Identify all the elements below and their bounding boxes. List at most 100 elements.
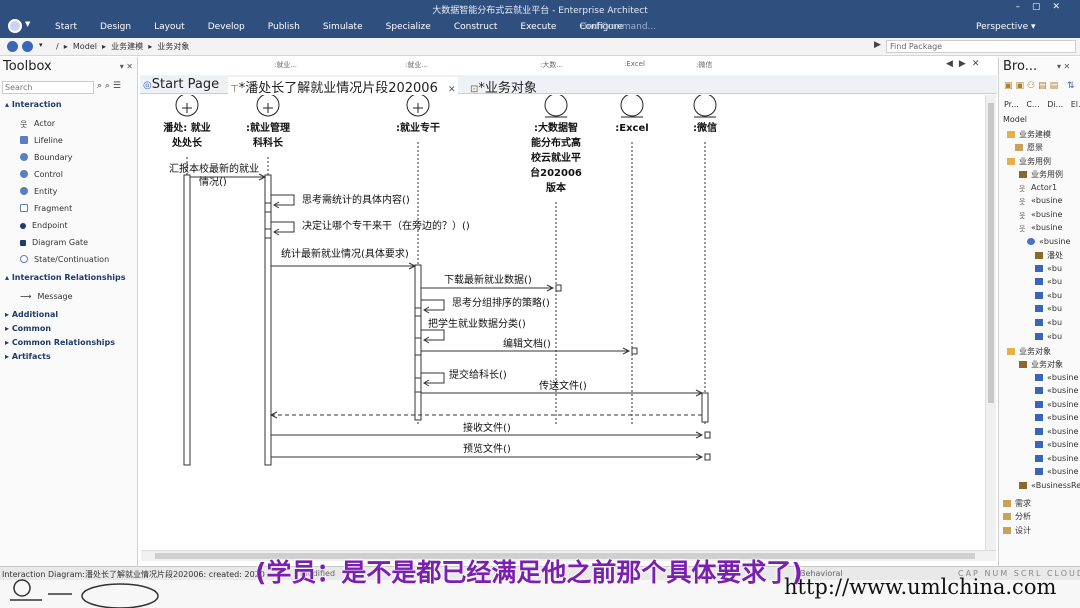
menu-specialize[interactable]: Specialize	[386, 22, 431, 32]
browser-tree-node[interactable]: «busine	[1035, 400, 1078, 409]
menu-layout[interactable]: Layout	[154, 22, 185, 32]
browser-tree-node[interactable]: «busine	[1035, 440, 1078, 449]
activation-bar[interactable]	[701, 392, 709, 423]
panel-controls[interactable]: ▾ ✕	[1057, 62, 1070, 71]
toolbox-section-common-relationships[interactable]: ▸ Common Relationships	[5, 338, 115, 347]
menu-execute[interactable]: Execute	[520, 22, 556, 32]
toolbox-item-actor[interactable]: 웃 Actor	[20, 119, 55, 129]
breadcrumb-business-modeling[interactable]: 业务建模	[111, 42, 143, 51]
browser-tree-node[interactable]: 业务建模	[1007, 129, 1051, 140]
play-icon[interactable]: ▶	[874, 40, 881, 50]
browser-tree-node[interactable]: «bu	[1035, 332, 1062, 341]
menu-icon[interactable]: ☰	[113, 81, 121, 91]
scrollbar-thumb[interactable]	[988, 103, 994, 403]
search-icon[interactable]: ⌕	[97, 81, 102, 91]
close-icon[interactable]: ✕	[448, 85, 456, 95]
entity-symbol[interactable]	[544, 93, 568, 117]
browser-tree-node[interactable]: «busine	[1027, 237, 1070, 246]
toolbox-item-state-continuation[interactable]: State/Continuation	[20, 255, 109, 264]
browser-tree-node[interactable]: «busine	[1035, 413, 1078, 422]
chevron-down-icon[interactable]: ▾	[39, 41, 43, 49]
menu-develop[interactable]: Develop	[208, 22, 245, 32]
window-controls[interactable]: –▢✕	[1015, 2, 1072, 12]
breadcrumb-root[interactable]: /	[56, 42, 59, 51]
toolbox-search-input[interactable]: Search	[2, 81, 94, 94]
toolbox-item-lifeline[interactable]: Lifeline	[20, 136, 63, 145]
browser-tree-node[interactable]: «busine	[1035, 454, 1078, 463]
browser-tree-node[interactable]: 业务对象	[1007, 346, 1051, 357]
menu-start[interactable]: Start	[55, 22, 77, 32]
self-message[interactable]	[271, 221, 295, 233]
toolbox-item-fragment[interactable]: Fragment	[20, 204, 72, 213]
activation-bar[interactable]	[414, 307, 422, 317]
browser-toolbar[interactable]: ▣▣⚇▤▤ ⇅	[1004, 81, 1078, 91]
browser-tree-node[interactable]: 웃 «busine	[1019, 196, 1062, 206]
browser-tree-node[interactable]: 愿景	[1015, 142, 1043, 153]
perspective-button[interactable]: Perspective ▾	[976, 22, 1036, 32]
toolbox-section-additional[interactable]: ▸ Additional	[5, 310, 58, 319]
activation-bar[interactable]	[183, 174, 191, 466]
browser-tree-node[interactable]: 웃 Actor1	[1019, 183, 1057, 193]
toolbox-item-control[interactable]: Control	[20, 170, 63, 179]
breadcrumb-model[interactable]: Model	[73, 42, 97, 51]
browser-tree-node[interactable]: 웃 «busine	[1019, 210, 1062, 220]
breadcrumb-business-objects[interactable]: 业务对象	[157, 42, 189, 51]
toolbox-item-endpoint[interactable]: Endpoint	[20, 221, 68, 230]
browser-tree-node[interactable]: «bu	[1035, 318, 1062, 327]
toolbox-section-artifacts[interactable]: ▸ Artifacts	[5, 352, 51, 361]
toolbox-item-diagram-gate[interactable]: Diagram Gate	[20, 238, 88, 247]
browser-tree-node[interactable]: «bu	[1035, 264, 1062, 273]
panel-controls[interactable]: ▾ ✕	[120, 62, 133, 71]
browser-tree-node[interactable]: 需求	[1003, 498, 1031, 509]
menu-simulate[interactable]: Simulate	[323, 22, 363, 32]
self-message[interactable]	[421, 372, 445, 384]
find-package-input[interactable]: Find Package	[886, 40, 1076, 53]
browser-tree-node[interactable]: 业务用例	[1019, 169, 1063, 180]
browser-tree-node[interactable]: «busine	[1035, 427, 1078, 436]
browser-tree-node[interactable]: 设计	[1003, 525, 1031, 536]
browser-tree-node[interactable]: 웃 «busine	[1019, 223, 1062, 233]
entity-symbol[interactable]	[620, 93, 644, 117]
browser-tree-node[interactable]: «busine	[1035, 386, 1078, 395]
toolbox-section-interaction-relationships[interactable]: ▴ Interaction Relationships	[5, 273, 126, 282]
browser-tree-node[interactable]: «BusinessRe	[1019, 481, 1080, 490]
menu-design[interactable]: Design	[100, 22, 131, 32]
back-icon[interactable]	[7, 41, 18, 52]
tab-start-page[interactable]: ◎Start Page	[143, 77, 219, 92]
forward-icon[interactable]	[22, 41, 33, 52]
activation-bar[interactable]	[414, 337, 422, 356]
browser-tree-node[interactable]: «bu	[1035, 291, 1062, 300]
menu-construct[interactable]: Construct	[454, 22, 498, 32]
tab-business-objects[interactable]: ⊡*业务对象	[470, 77, 537, 96]
browser-tree-node[interactable]: 业务对象	[1019, 359, 1063, 370]
browser-tree-node[interactable]: «busine	[1035, 467, 1078, 476]
browser-tree-node[interactable]: 业务用例	[1007, 156, 1051, 167]
browser-tab-diagram[interactable]: Di...	[1047, 100, 1063, 109]
app-logo-icon[interactable]	[8, 19, 22, 33]
browser-tab-element[interactable]: El...	[1071, 100, 1080, 109]
chevron-down-icon[interactable]: ▼	[25, 20, 30, 28]
toolbox-section-interaction[interactable]: ▴ Interaction	[5, 100, 62, 109]
browser-tree-node[interactable]: Model	[1003, 115, 1027, 124]
toolbox-item-message[interactable]: ⟶ Message	[20, 292, 73, 301]
diagram-canvas[interactable]: 潘处: 就业 处处长:就业管理 科科长:就业专干:大数据智 能分布式高 校云就业平 台20…	[141, 93, 984, 550]
activation-bar[interactable]	[414, 377, 422, 393]
browser-tree-node[interactable]: «bu	[1035, 304, 1062, 313]
menu-publish[interactable]: Publish	[268, 22, 300, 32]
browser-tree-node[interactable]: «busine	[1035, 373, 1078, 382]
browser-tree-node[interactable]: 分析	[1003, 511, 1031, 522]
browser-tab-project[interactable]: Pr...	[1004, 100, 1019, 109]
entity-symbol[interactable]	[693, 93, 717, 117]
activation-bar[interactable]	[264, 228, 272, 239]
search-options-icon[interactable]: ⌕	[105, 81, 110, 91]
find-command-input[interactable]: Find Command...	[580, 22, 656, 32]
toolbox-item-boundary[interactable]: Boundary	[20, 153, 73, 162]
toolbox-section-common[interactable]: ▸ Common	[5, 324, 51, 333]
self-message[interactable]	[421, 299, 445, 311]
self-message[interactable]	[421, 329, 445, 341]
vertical-scrollbar[interactable]	[985, 95, 996, 550]
activation-bar[interactable]	[264, 174, 272, 466]
browser-tree-node[interactable]: 潘处	[1035, 250, 1063, 261]
browser-tab-context[interactable]: C...	[1026, 100, 1039, 109]
self-message[interactable]	[271, 194, 295, 206]
